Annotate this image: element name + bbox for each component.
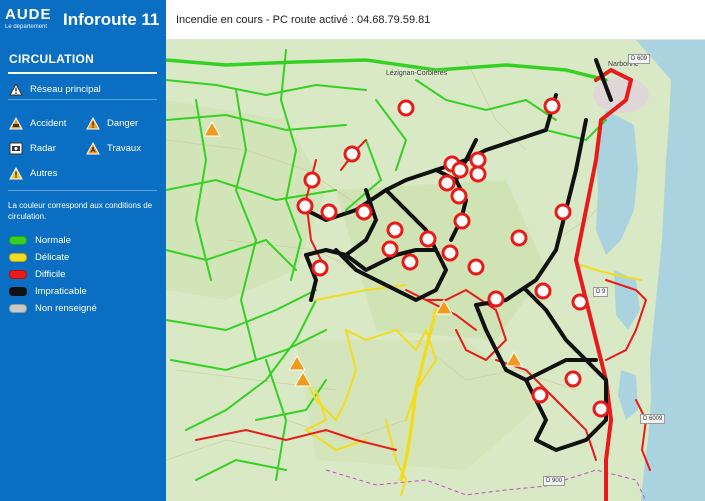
road-closed-marker[interactable] xyxy=(386,221,404,239)
road-closed-marker[interactable] xyxy=(453,212,471,230)
filter-accident[interactable]: Accident xyxy=(9,117,66,130)
alert-banner: Incendie en cours - PC route activé : 04… xyxy=(166,0,705,40)
sea-area xyxy=(636,40,705,501)
filter-radar-label: Radar xyxy=(30,143,56,154)
department-boundary xyxy=(325,469,647,501)
road-ref-d609: D 609 xyxy=(628,54,651,64)
legend-label-normal: Normale xyxy=(35,235,71,246)
road-closed-marker[interactable] xyxy=(438,174,456,192)
road-closed-marker[interactable] xyxy=(441,244,459,262)
sidebar-divider xyxy=(8,190,157,191)
network-label: Réseau principal xyxy=(30,84,101,95)
sidebar-title: CIRCULATION xyxy=(9,52,95,66)
road-closed-marker[interactable] xyxy=(419,230,437,248)
legend-item-normal: Normale xyxy=(9,235,71,246)
sidebar-title-divider xyxy=(8,72,157,74)
road-ref-d900: D 900 xyxy=(543,476,566,486)
filter-radar[interactable]: Radar xyxy=(9,142,56,155)
lagoon xyxy=(596,110,638,255)
legend-item-delicate: Délicate xyxy=(9,252,69,263)
app-header: AUDE Le département Inforoute 11 Incendi… xyxy=(0,0,705,40)
sidebar: CIRCULATION Réseau principal Accident Da… xyxy=(0,40,166,501)
filter-accident-label: Accident xyxy=(30,118,67,129)
road-closed-marker[interactable] xyxy=(554,203,572,221)
road-ref-d9: D 9 xyxy=(593,287,609,297)
road-closed-marker[interactable] xyxy=(571,293,589,311)
road-closed-marker[interactable] xyxy=(469,151,487,169)
legend-label-unknown: Non renseigné xyxy=(35,303,97,314)
road-closed-marker[interactable] xyxy=(311,259,329,277)
traffic-map[interactable]: Narbonne Lézignan-Corbières D 609 D 900 … xyxy=(166,40,705,501)
legend-note: La couleur correspond aux conditions de … xyxy=(8,201,153,221)
legend-swatch-delicate xyxy=(9,253,27,262)
roadworks-marker[interactable] xyxy=(505,350,523,367)
aude-logo[interactable]: AUDE xyxy=(5,6,52,23)
road-closed-marker[interactable] xyxy=(355,203,373,221)
road-closed-marker[interactable] xyxy=(320,203,338,221)
legend-label-impassable: Impraticable xyxy=(35,286,87,297)
road-closed-marker[interactable] xyxy=(531,386,549,404)
road-closed-marker[interactable] xyxy=(510,229,528,247)
road-closed-marker[interactable] xyxy=(487,290,505,308)
legend-swatch-normal xyxy=(9,236,27,245)
legend-item-difficult: Difficile xyxy=(9,269,65,280)
road-closed-marker[interactable] xyxy=(543,97,561,115)
danger-icon xyxy=(86,117,100,130)
place-label-lezignan: Lézignan-Corbières xyxy=(386,70,448,77)
other-icon xyxy=(9,167,23,180)
legend-label-difficult: Difficile xyxy=(35,269,66,280)
road-closed-marker[interactable] xyxy=(401,253,419,271)
road-closed-marker[interactable] xyxy=(397,99,415,117)
road-closed-marker[interactable] xyxy=(592,400,610,418)
warning-icon xyxy=(9,83,23,96)
aude-logo-subtitle: Le département xyxy=(5,24,48,30)
roadworks-icon xyxy=(86,142,100,155)
hill-area xyxy=(296,340,546,470)
map-canvas[interactable] xyxy=(166,40,705,501)
road-closed-marker[interactable] xyxy=(467,258,485,276)
road-closed-marker[interactable] xyxy=(451,161,469,179)
legend-swatch-impassable xyxy=(9,287,27,296)
legend-label-delicate: Délicate xyxy=(35,252,70,263)
filter-danger[interactable]: Danger xyxy=(86,117,138,130)
radar-icon xyxy=(9,142,23,155)
sidebar-divider xyxy=(8,99,157,100)
road-closed-marker[interactable] xyxy=(469,165,487,183)
accident-icon xyxy=(9,117,23,130)
network-toggle[interactable]: Réseau principal xyxy=(9,83,101,96)
road-ref-d6009: D 6009 xyxy=(640,414,666,424)
legend-swatch-difficult xyxy=(9,270,27,279)
road-closed-marker[interactable] xyxy=(303,171,321,189)
road-closed-marker[interactable] xyxy=(296,197,314,215)
filter-other[interactable]: Autres xyxy=(9,167,57,180)
urban-area xyxy=(593,77,649,113)
road-closed-marker[interactable] xyxy=(381,240,399,258)
road-closed-marker[interactable] xyxy=(343,145,361,163)
filter-other-label: Autres xyxy=(30,168,58,179)
brand-block[interactable]: AUDE Le département Inforoute 11 xyxy=(0,0,166,40)
filter-roadworks[interactable]: Travaux xyxy=(86,142,141,155)
legend-item-unknown: Non renseigné xyxy=(9,303,97,314)
road-closed-marker[interactable] xyxy=(564,370,582,388)
road-closed-marker[interactable] xyxy=(534,282,552,300)
legend-swatch-unknown xyxy=(9,304,27,313)
lagoon xyxy=(618,370,638,420)
filter-danger-label: Danger xyxy=(107,118,139,129)
road-closed-marker[interactable] xyxy=(450,187,468,205)
legend-item-impassable: Impraticable xyxy=(9,286,87,297)
filter-roadworks-label: Travaux xyxy=(107,143,141,154)
alert-banner-text: Incendie en cours - PC route activé : 04… xyxy=(176,13,431,26)
app-title[interactable]: Inforoute 11 xyxy=(63,10,159,30)
